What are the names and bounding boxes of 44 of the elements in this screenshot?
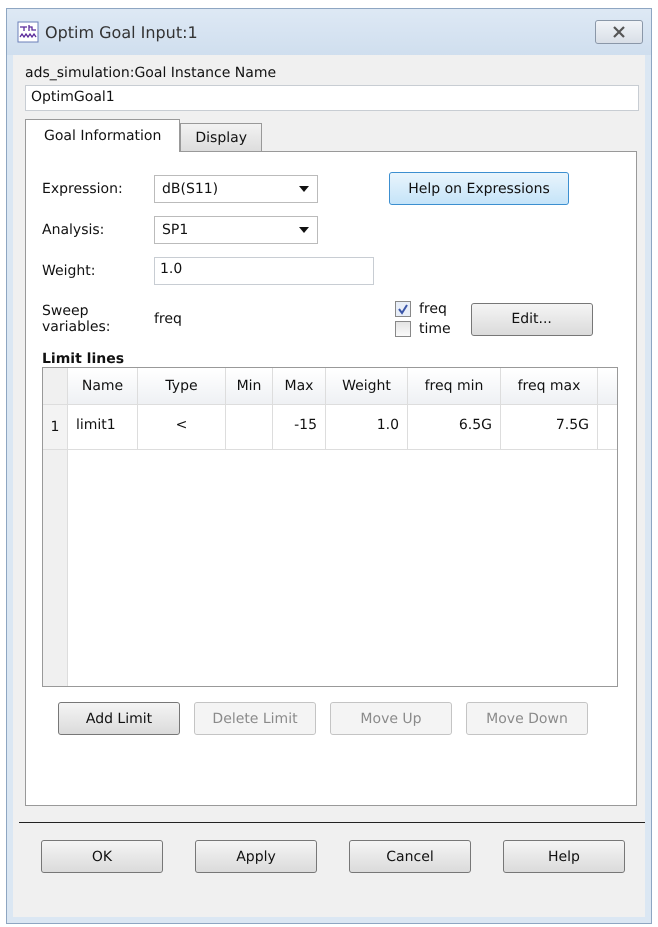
limit-button[interactable]: Add Limit: [58, 702, 180, 735]
weight-label: Weight:: [42, 262, 96, 278]
checkbox-label: time: [419, 321, 451, 337]
expression-label: Expression:: [42, 180, 124, 196]
weight-field[interactable]: 1.0: [154, 256, 374, 284]
column-header[interactable]: freq max: [501, 368, 598, 404]
edit-button[interactable]: Edit...: [470, 302, 593, 336]
dialog-button[interactable]: Apply: [195, 840, 317, 873]
column-header[interactable]: Max: [273, 368, 326, 404]
column-header[interactable]: Name: [68, 368, 138, 404]
column-header[interactable]: Min: [226, 368, 273, 404]
analysis-dropdown[interactable]: SP1: [154, 216, 318, 244]
table-cell: 1.0: [326, 405, 408, 449]
dialog-button[interactable]: Cancel: [349, 840, 471, 873]
instance-name-label: ads_simulation:Goal Instance Name: [25, 65, 278, 81]
table-cell: <: [138, 405, 226, 449]
tab[interactable]: Display: [180, 123, 262, 151]
close-icon: [612, 26, 626, 38]
close-button[interactable]: [595, 20, 643, 44]
sweep-variables-label: Sweep variables:: [42, 302, 112, 336]
waveform-icon: [17, 21, 39, 43]
sweep-variable-value: freq: [154, 311, 183, 327]
table-cell: 6.5G: [408, 405, 501, 449]
column-header[interactable]: Weight: [326, 368, 408, 404]
checkbox[interactable]: [395, 301, 411, 317]
checkbox-label: freq: [419, 301, 447, 317]
window-title: Optim Goal Input:1: [45, 22, 199, 42]
checkbox[interactable]: [395, 321, 411, 337]
dropdown-arrow-icon: [299, 186, 309, 192]
expression-dropdown[interactable]: dB(S11): [154, 174, 318, 202]
tab[interactable]: Goal Information: [25, 119, 180, 152]
column-header[interactable]: freq min: [408, 368, 501, 404]
instance-name-field[interactable]: OptimGoal1: [25, 85, 639, 111]
dialog-button[interactable]: OK: [41, 840, 163, 873]
help-on-expressions-button[interactable]: Help on Expressions: [389, 172, 569, 205]
dialog-button[interactable]: Help: [503, 840, 625, 873]
table-cell: -15: [273, 405, 326, 449]
limit-lines-heading: Limit lines: [42, 351, 126, 367]
table-cell: limit1: [68, 405, 138, 449]
column-header[interactable]: Type: [138, 368, 226, 404]
analysis-label: Analysis:: [42, 222, 106, 238]
table-cell: 7.5G: [501, 405, 598, 449]
dropdown-arrow-icon: [299, 226, 309, 232]
row-number: 1: [43, 405, 68, 449]
